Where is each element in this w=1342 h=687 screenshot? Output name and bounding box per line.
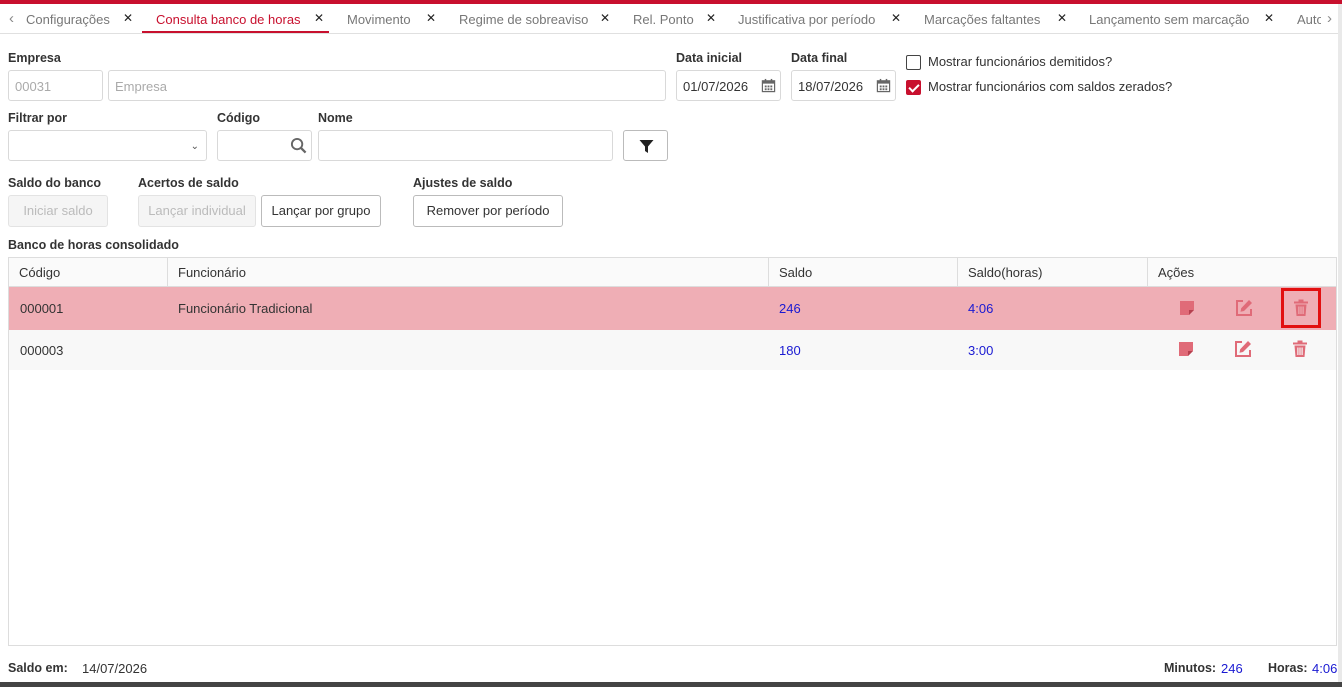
empresa-label: Empresa bbox=[8, 51, 61, 65]
calendar-icon[interactable] bbox=[761, 78, 776, 93]
close-icon[interactable]: ✕ bbox=[314, 11, 324, 25]
edit-icon[interactable] bbox=[1233, 339, 1253, 359]
filter-button[interactable] bbox=[623, 130, 668, 161]
acertos-saldo-label: Acertos de saldo bbox=[138, 176, 239, 190]
saldo-em-value: 14/07/2026 bbox=[82, 661, 148, 676]
cell-saldo-horas: 3:00 bbox=[968, 343, 994, 358]
mostrar-zerados-checkbox[interactable] bbox=[906, 80, 921, 95]
tab-regime-sobreaviso[interactable]: Regime de sobreaviso ✕ bbox=[459, 4, 610, 33]
note-icon[interactable] bbox=[1177, 340, 1195, 358]
remover-periodo-button[interactable]: Remover por período bbox=[413, 195, 563, 227]
ajustes-saldo-label: Ajustes de saldo bbox=[413, 176, 513, 190]
minutos-value: 246 bbox=[1221, 661, 1243, 676]
calendar-icon[interactable] bbox=[876, 78, 891, 93]
window-edge bbox=[1338, 4, 1342, 687]
grid-title: Banco de horas consolidado bbox=[8, 238, 179, 252]
close-icon[interactable]: ✕ bbox=[706, 11, 716, 25]
empresa-name-field[interactable]: Empresa bbox=[108, 70, 666, 101]
filtrar-por-label: Filtrar por bbox=[8, 111, 68, 125]
data-final-label: Data final bbox=[791, 51, 848, 65]
lancar-grupo-button[interactable]: Lançar por grupo bbox=[261, 195, 381, 227]
tab-consulta-banco-horas[interactable]: Consulta banco de horas ✕ bbox=[142, 4, 329, 33]
cell-saldo-horas: 4:06 bbox=[968, 301, 994, 316]
minutos-label: Minutos: bbox=[1164, 661, 1217, 675]
cell-funcionario: Funcionário Tradicional bbox=[178, 301, 313, 316]
data-inicial-field[interactable]: 01/07/2026 bbox=[676, 70, 781, 101]
filtrar-por-select[interactable]: ⌄ bbox=[8, 130, 207, 161]
chevron-down-icon: ⌄ bbox=[190, 141, 199, 152]
chevron-left-icon[interactable]: ‹ bbox=[9, 10, 14, 27]
nome-field[interactable] bbox=[318, 130, 613, 161]
saldo-em-label: Saldo em: bbox=[8, 661, 68, 675]
tab-marcacoes-faltantes[interactable]: Marcações faltantes ✕ bbox=[924, 4, 1067, 33]
search-icon[interactable] bbox=[290, 137, 307, 154]
close-icon[interactable]: ✕ bbox=[600, 11, 610, 25]
cell-codigo: 000003 bbox=[20, 343, 64, 358]
data-final-field[interactable]: 18/07/2026 bbox=[791, 70, 896, 101]
close-icon[interactable]: ✕ bbox=[1057, 11, 1067, 25]
tab-label: Regime de sobreaviso bbox=[459, 12, 589, 27]
tab-label: Justificativa por período bbox=[738, 12, 876, 27]
empresa-code-field: 00031 bbox=[8, 70, 103, 101]
tab-label: Lançamento sem marcação bbox=[1089, 12, 1250, 27]
tab-label: Rel. Ponto bbox=[633, 12, 694, 27]
saldo-banco-label: Saldo do banco bbox=[8, 176, 102, 190]
data-final-value: 18/07/2026 bbox=[798, 79, 864, 94]
active-tab-indicator bbox=[142, 31, 329, 33]
tab-auto[interactable]: Auto bbox=[1297, 4, 1321, 33]
cell-saldo: 246 bbox=[779, 301, 801, 316]
horas-label: Horas: bbox=[1268, 661, 1308, 675]
column-header-funcionario[interactable]: Funcionário bbox=[168, 258, 769, 287]
chevron-right-icon[interactable]: › bbox=[1327, 10, 1332, 27]
bottom-edge bbox=[0, 682, 1342, 687]
grid-header: Código Funcionário Saldo Saldo(horas) Aç… bbox=[9, 258, 1336, 287]
column-header-acoes: Ações bbox=[1158, 265, 1195, 280]
close-icon[interactable]: ✕ bbox=[123, 11, 133, 25]
column-header-codigo[interactable]: Código bbox=[9, 258, 168, 287]
tab-lancamento-sem-marcacao[interactable]: Lançamento sem marcação ✕ bbox=[1089, 4, 1274, 33]
horas-value: 4:06 bbox=[1312, 661, 1338, 676]
mostrar-demitidos-label[interactable]: Mostrar funcionários demitidos? bbox=[928, 54, 1112, 69]
mostrar-demitidos-checkbox[interactable] bbox=[906, 55, 921, 70]
tab-configuracoes[interactable]: Configurações ✕ bbox=[26, 4, 133, 33]
column-header-saldo[interactable]: Saldo bbox=[769, 258, 958, 287]
mostrar-zerados-label[interactable]: Mostrar funcionários com saldos zerados? bbox=[928, 79, 1172, 94]
tab-movimento[interactable]: Movimento ✕ bbox=[347, 4, 436, 33]
data-inicial-label: Data inicial bbox=[676, 51, 742, 65]
close-icon[interactable]: ✕ bbox=[1264, 11, 1274, 25]
tab-rel-ponto[interactable]: Rel. Ponto ✕ bbox=[633, 4, 716, 33]
codigo-label: Código bbox=[217, 111, 261, 125]
empresa-name-placeholder: Empresa bbox=[115, 79, 168, 94]
table-row[interactable]: 000001 Funcionário Tradicional 246 4:06 bbox=[9, 287, 1336, 330]
tab-label: Movimento bbox=[347, 12, 411, 27]
edit-icon[interactable] bbox=[1234, 298, 1254, 318]
iniciar-saldo-button[interactable]: Iniciar saldo bbox=[8, 195, 108, 227]
lancar-individual-button[interactable]: Lançar individual bbox=[138, 195, 256, 227]
codigo-field[interactable] bbox=[217, 130, 312, 161]
data-inicial-value: 01/07/2026 bbox=[683, 79, 749, 94]
trash-icon[interactable] bbox=[1292, 299, 1310, 317]
nome-label: Nome bbox=[318, 111, 353, 125]
tab-label: Consulta banco de horas bbox=[156, 12, 301, 27]
trash-icon[interactable] bbox=[1291, 340, 1309, 358]
tab-label: Configurações bbox=[26, 12, 110, 27]
tab-label: Auto bbox=[1297, 12, 1321, 27]
column-header-saldo-horas[interactable]: Saldo(horas) bbox=[958, 258, 1148, 287]
close-icon[interactable]: ✕ bbox=[426, 11, 436, 25]
tab-label: Marcações faltantes bbox=[924, 12, 1041, 27]
note-icon[interactable] bbox=[1178, 299, 1196, 317]
table-row[interactable]: 000003 180 3:00 bbox=[9, 330, 1336, 370]
filter-icon bbox=[639, 140, 654, 153]
cell-codigo: 000001 bbox=[20, 301, 64, 316]
close-icon[interactable]: ✕ bbox=[891, 11, 901, 25]
banco-horas-grid: Código Funcionário Saldo Saldo(horas) Aç… bbox=[8, 257, 1337, 646]
tab-justificativa-periodo[interactable]: Justificativa por período ✕ bbox=[738, 4, 901, 33]
cell-saldo: 180 bbox=[779, 343, 801, 358]
tab-bar: ‹ Configurações ✕ Consulta banco de hora… bbox=[0, 4, 1342, 34]
